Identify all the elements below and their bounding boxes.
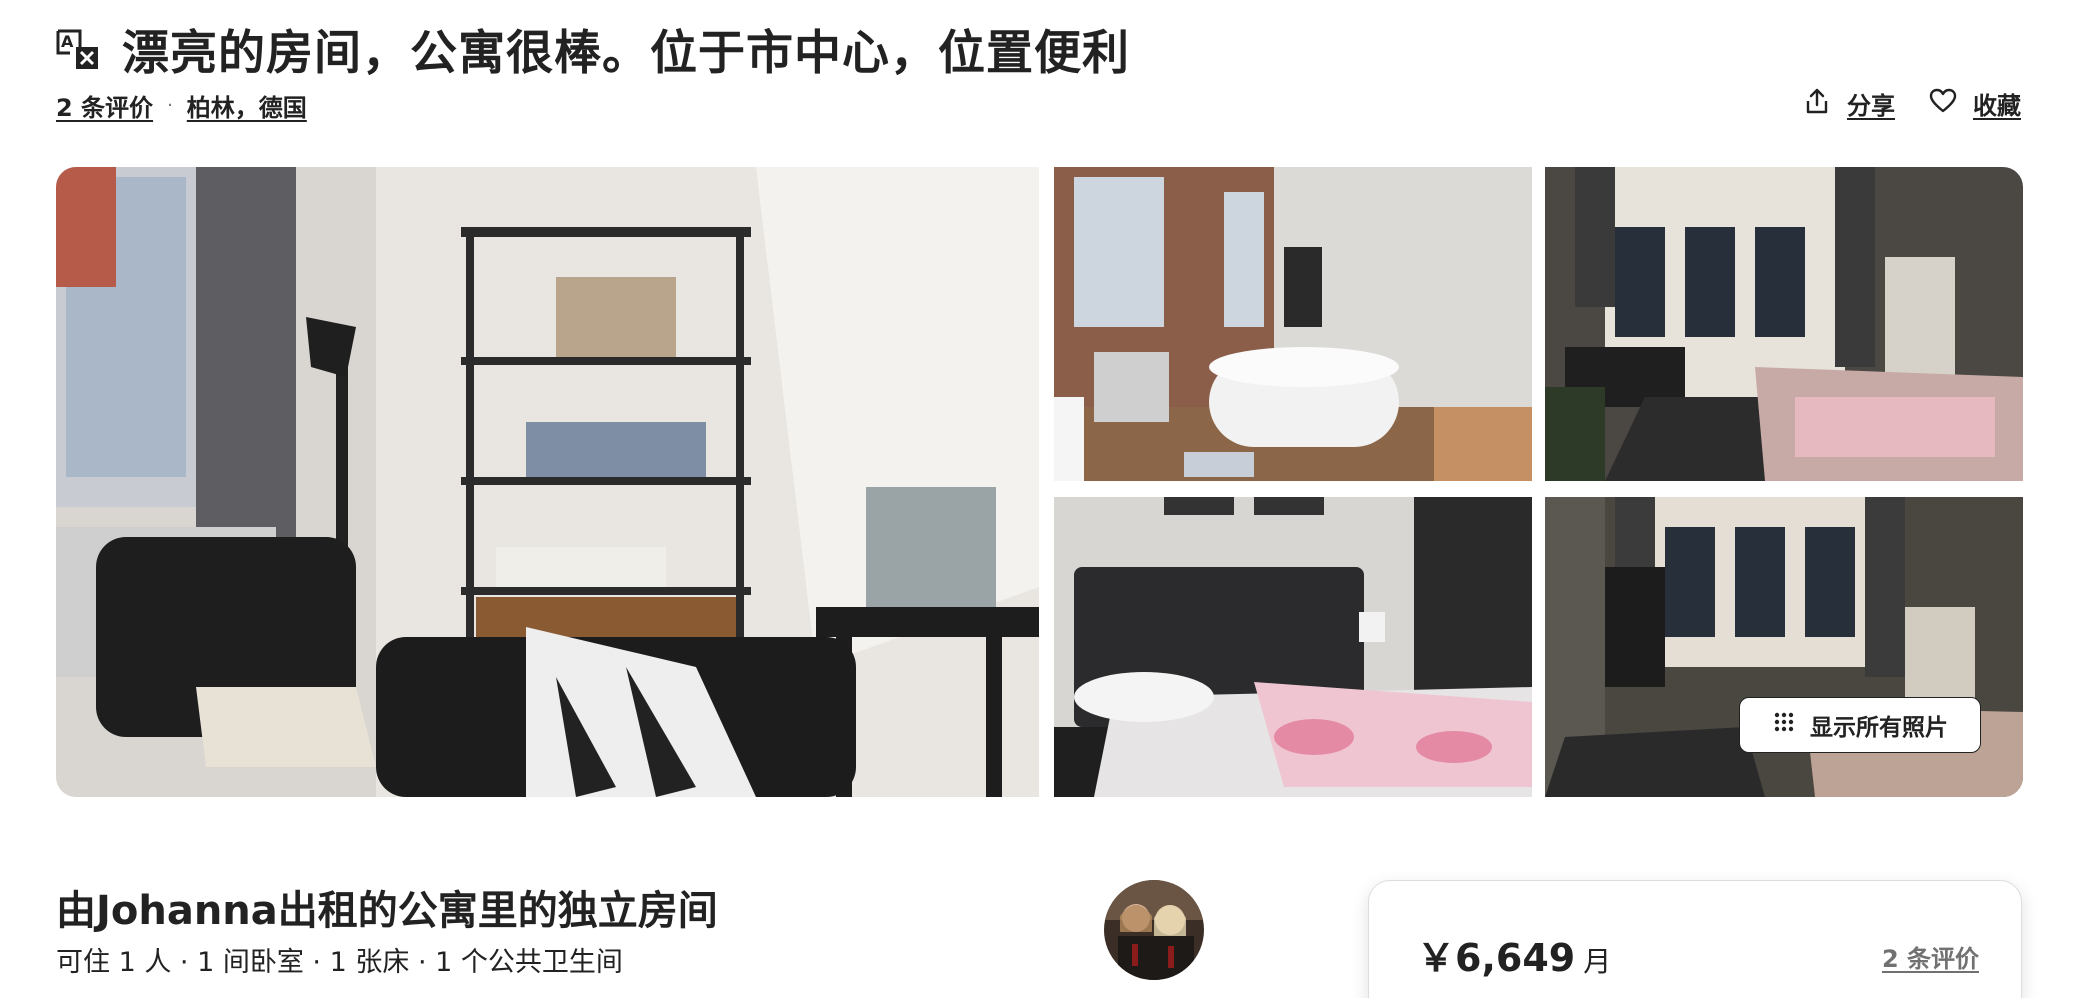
listing-title: 由Johanna出租的公寓里的独立房间 xyxy=(56,888,718,934)
listing-details: 可住 1 人 · 1 间卧室 · 1 张床 · 1 个公共卫生间 xyxy=(56,947,623,978)
photo-bedroom-night[interactable] xyxy=(1545,167,2023,481)
reviews-link[interactable]: 2 条评价 xyxy=(56,88,153,123)
header-actions: 分享 收藏 xyxy=(1803,86,2021,121)
page-title: 漂亮的房间，公寓很棒。位于市中心，位置便利 xyxy=(122,26,1130,81)
photo-gallery xyxy=(56,167,2023,797)
price-card: ￥6,649 月 2 条评价 xyxy=(1368,880,2022,998)
price-amount: ￥6,649 xyxy=(1417,936,1576,980)
location-link[interactable]: 柏林，德国 xyxy=(187,88,307,123)
photo-bathroom[interactable] xyxy=(1054,167,1532,481)
svg-text:A: A xyxy=(61,32,74,51)
price-unit: 月 xyxy=(1583,945,1612,978)
meta-separator: · xyxy=(167,95,173,116)
share-label: 分享 xyxy=(1847,92,1895,120)
grid-dots-icon xyxy=(1772,710,1796,740)
share-icon xyxy=(1803,87,1831,121)
save-button[interactable]: 收藏 xyxy=(1929,86,2021,121)
photo-bed[interactable] xyxy=(1054,497,1532,797)
host-avatar[interactable] xyxy=(1104,880,1204,980)
save-label: 收藏 xyxy=(1973,92,2021,120)
photo-living-room[interactable] xyxy=(56,167,1039,797)
price: ￥6,649 月 xyxy=(1417,927,1611,982)
show-all-photos-button[interactable]: 显示所有照片 xyxy=(1739,697,1981,753)
price-card-reviews-link[interactable]: 2 条评价 xyxy=(1882,939,1979,974)
heart-icon xyxy=(1929,87,1957,121)
title-row: A 漂亮的房间，公寓很棒。位于市中心，位置便利 xyxy=(56,14,1130,83)
show-all-photos-label: 显示所有照片 xyxy=(1810,715,1948,741)
translate-icon[interactable]: A xyxy=(56,27,100,71)
listing-meta: 2 条评价 · 柏林，德国 xyxy=(56,88,307,123)
share-button[interactable]: 分享 xyxy=(1803,86,1895,121)
